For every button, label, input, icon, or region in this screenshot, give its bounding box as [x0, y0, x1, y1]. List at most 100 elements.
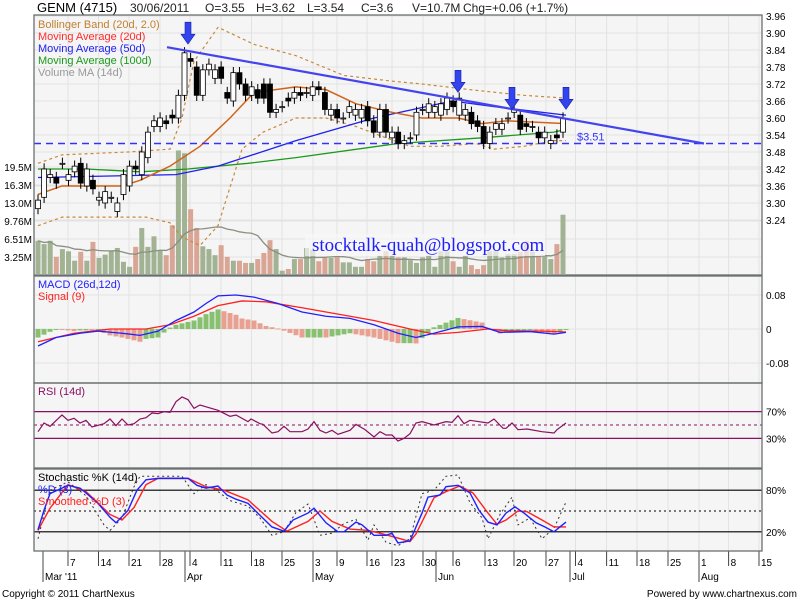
header-low: L=3.54	[307, 1, 344, 15]
volume-bar	[84, 260, 90, 274]
macd-histogram-bar	[269, 327, 275, 329]
candle-body	[541, 131, 548, 139]
copyright: Copyright © 2011 ChartNexus	[2, 589, 135, 600]
candle-body	[273, 109, 279, 113]
date-tick-label: 14	[101, 558, 113, 569]
price-tick-label: 3.48	[766, 148, 786, 159]
candle-body	[254, 89, 261, 99]
volume-bar	[291, 259, 297, 274]
macd-tick-label: -0.08	[766, 359, 789, 370]
candle-body	[279, 106, 286, 109]
date-tick-label: 9	[339, 558, 345, 569]
candle-body	[523, 123, 530, 127]
candle-body	[450, 100, 457, 108]
month-label: Jun	[438, 572, 454, 583]
candle-body	[352, 109, 359, 116]
macd-histogram-bar	[401, 329, 407, 344]
macd-histogram-bar	[59, 329, 65, 330]
price-tick-label: 3.66	[766, 97, 786, 108]
volume-bar	[316, 261, 322, 274]
candle-body	[499, 123, 505, 130]
date-tick-label: 13	[487, 558, 499, 569]
header-high: H=3.62	[256, 1, 295, 15]
volume-tick-label: 16.3M	[4, 181, 32, 192]
candle-body	[47, 174, 54, 178]
candle-body	[486, 131, 493, 144]
volume-bar	[66, 251, 72, 274]
macd-histogram-bar	[365, 329, 371, 337]
date-tick-label: 23	[394, 558, 406, 569]
candle-body	[376, 109, 383, 133]
month-label: Mar '11	[45, 572, 78, 583]
volume-bar	[548, 259, 554, 274]
price-tick-label: 3.90	[766, 29, 786, 40]
candle-body	[303, 92, 310, 94]
header-close: C=3.6	[361, 1, 394, 15]
candle-body	[187, 58, 194, 62]
volume-bar	[90, 241, 96, 274]
volume-bar	[334, 257, 340, 274]
candle-body	[407, 137, 414, 140]
macd-histogram-bar	[311, 329, 317, 338]
powered-by-link[interactable]: Powered by www.chartnexus.com	[647, 589, 797, 600]
legend-stoch-d: %D (3)	[38, 484, 72, 496]
volume-bar	[359, 266, 365, 274]
candle-body	[35, 199, 41, 210]
volume-bar	[53, 256, 59, 274]
volume-bar	[102, 254, 108, 274]
price-tick-label: 3.24	[766, 216, 786, 227]
volume-bar	[560, 214, 566, 274]
macd-histogram-bar	[53, 329, 59, 330]
macd-histogram-bar	[77, 329, 83, 331]
legend-macd: MACD (26d,12d)	[38, 279, 121, 291]
candle-body	[480, 126, 487, 144]
macd-histogram-bar	[215, 309, 221, 329]
macd-histogram-bar	[443, 322, 449, 329]
volume-bar	[542, 255, 548, 274]
candle-body	[468, 111, 475, 125]
candle	[144, 126, 151, 164]
volume-tick-label: 19.5M	[4, 163, 32, 174]
macd-histogram-bar	[197, 317, 203, 329]
date-tick-label: 11	[609, 558, 620, 569]
legend-stoch-smoothed: Smoothed %D (3)	[38, 496, 125, 508]
candle	[41, 163, 48, 203]
macd-histogram-bar	[83, 329, 89, 331]
macd-histogram-bar	[251, 320, 257, 329]
macd-histogram-bar	[245, 319, 251, 329]
volume-bar	[224, 256, 230, 274]
price-tick-label: 3.30	[766, 199, 786, 210]
candle-body	[126, 165, 133, 187]
candle-body	[65, 174, 72, 181]
volume-bar	[505, 254, 511, 274]
volume-tick-label: 13.0M	[4, 199, 32, 210]
macd-histogram-bar	[341, 329, 347, 335]
candle-body	[413, 111, 420, 136]
price-tick-label: 3.72	[766, 80, 786, 91]
macd-histogram-bar	[329, 329, 335, 337]
candle-body	[59, 162, 66, 165]
price-tick-label: 3.84	[766, 46, 786, 57]
price-tick-label: 3.78	[766, 63, 786, 74]
volume-bar	[78, 251, 84, 274]
volume-bar	[96, 257, 102, 274]
volume-bar	[249, 262, 255, 274]
legend-volume-ma: Volume MA (14d)	[38, 67, 122, 79]
date-tick-label: 21	[131, 558, 143, 569]
price-tick-label: 3.36	[766, 182, 786, 193]
date-tick-label: 25	[670, 558, 682, 569]
candle-body	[315, 86, 322, 91]
candle-body	[114, 202, 121, 212]
volume-bar	[163, 255, 169, 274]
volume-bar	[346, 262, 352, 274]
volume-bar	[35, 240, 41, 274]
volume-bar	[72, 260, 78, 274]
month-label: Apr	[187, 572, 203, 583]
legend-rsi: RSI (14d)	[38, 386, 85, 398]
month-label: Jul	[572, 572, 585, 583]
volume-bar	[194, 228, 200, 274]
volume-bar	[285, 269, 291, 274]
macd-histogram-bar	[461, 319, 467, 329]
macd-histogram-bar	[89, 329, 95, 331]
chart-symbol: GENM (4715)	[37, 0, 117, 15]
